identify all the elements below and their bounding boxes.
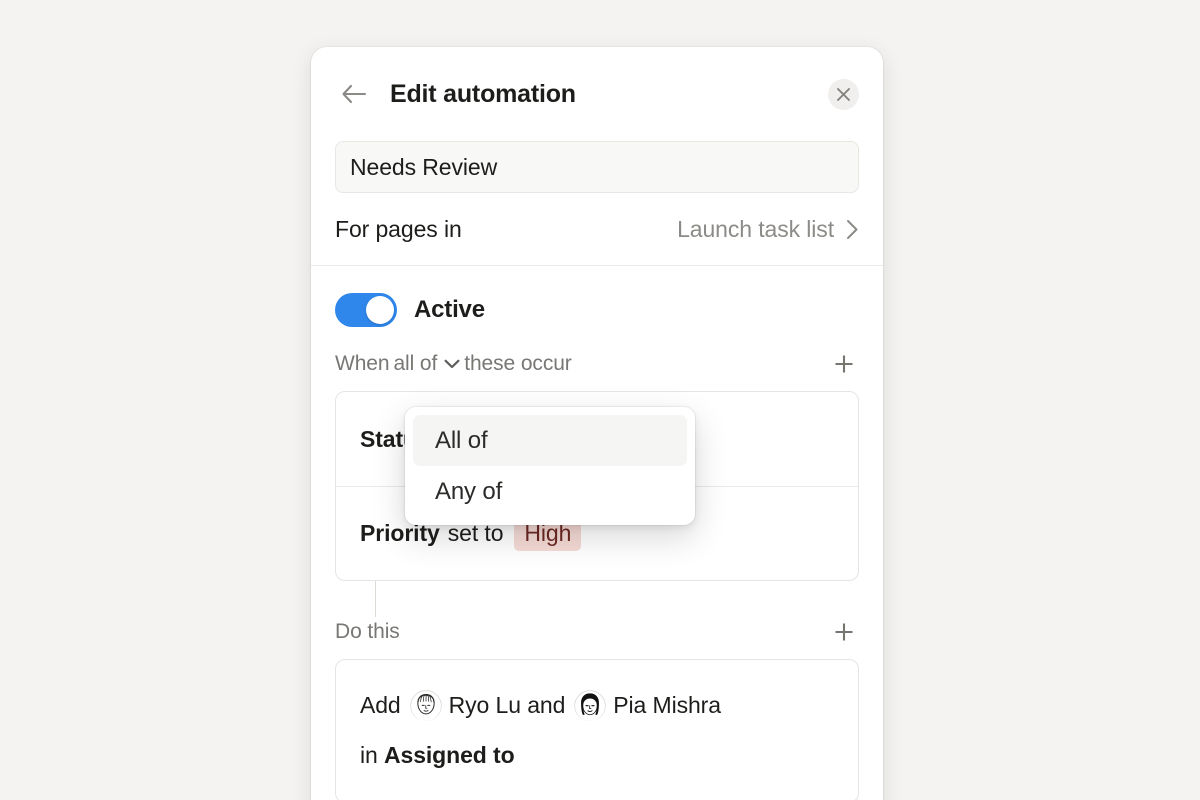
trigger-section-header: When all of these occur bbox=[335, 349, 859, 379]
action-description: Add Ryo Lu and Pia Mishra in Assigned to bbox=[360, 680, 834, 780]
active-toggle-row: Active bbox=[335, 290, 859, 330]
dropdown-option-any-of[interactable]: Any of bbox=[413, 466, 687, 517]
action-card[interactable]: Add Ryo Lu and Pia Mishra in Assigned to bbox=[335, 659, 859, 800]
active-toggle[interactable] bbox=[335, 293, 397, 327]
action-preposition: in bbox=[360, 742, 378, 768]
name-field-wrap bbox=[311, 141, 883, 193]
action-person-one: Ryo Lu bbox=[449, 692, 521, 718]
avatar-pia-mishra bbox=[574, 689, 606, 721]
active-toggle-label: Active bbox=[414, 296, 485, 324]
for-pages-in-value: Launch task list bbox=[677, 216, 834, 243]
arrow-left-icon bbox=[341, 83, 367, 105]
toggle-knob bbox=[366, 296, 394, 324]
close-button[interactable] bbox=[828, 79, 859, 110]
trigger-prefix: When bbox=[335, 352, 389, 376]
panel-header: Edit automation bbox=[311, 47, 883, 141]
condition-mode-dropdown: All of Any of bbox=[405, 407, 695, 525]
automation-name-input[interactable] bbox=[335, 141, 859, 193]
action-verb: Add bbox=[360, 692, 401, 718]
trigger-suffix: these occur bbox=[464, 352, 571, 376]
chevron-right-icon bbox=[846, 219, 859, 240]
action-target-property: Assigned to bbox=[384, 742, 515, 768]
add-action-button[interactable] bbox=[829, 617, 859, 647]
for-pages-in-label: For pages in bbox=[335, 216, 462, 243]
chevron-down-icon bbox=[444, 359, 460, 369]
plus-icon bbox=[833, 353, 855, 375]
condition-mode-value: all of bbox=[393, 352, 437, 376]
action-person-two: Pia Mishra bbox=[613, 692, 721, 718]
avatar-ryo-lu bbox=[410, 689, 442, 721]
action-heading-text: Do this bbox=[335, 620, 400, 644]
plus-icon bbox=[833, 621, 855, 643]
action-conjunction: and bbox=[527, 692, 565, 718]
trigger-heading-text: When all of these occur bbox=[335, 352, 572, 376]
flow-connector-line bbox=[375, 581, 376, 617]
screen-root: Edit automation For pages in Launch task… bbox=[0, 0, 1200, 800]
close-icon bbox=[836, 87, 851, 102]
panel-body: Active When all of these occur bbox=[311, 266, 883, 800]
for-pages-in-row[interactable]: For pages in Launch task list bbox=[311, 193, 883, 265]
back-button[interactable] bbox=[337, 77, 371, 111]
page-title: Edit automation bbox=[390, 80, 576, 109]
condition-mode-selector[interactable]: all of bbox=[389, 352, 464, 376]
dropdown-option-all-of[interactable]: All of bbox=[413, 415, 687, 466]
add-condition-button[interactable] bbox=[829, 349, 859, 379]
action-section-header: Do this bbox=[335, 617, 859, 647]
